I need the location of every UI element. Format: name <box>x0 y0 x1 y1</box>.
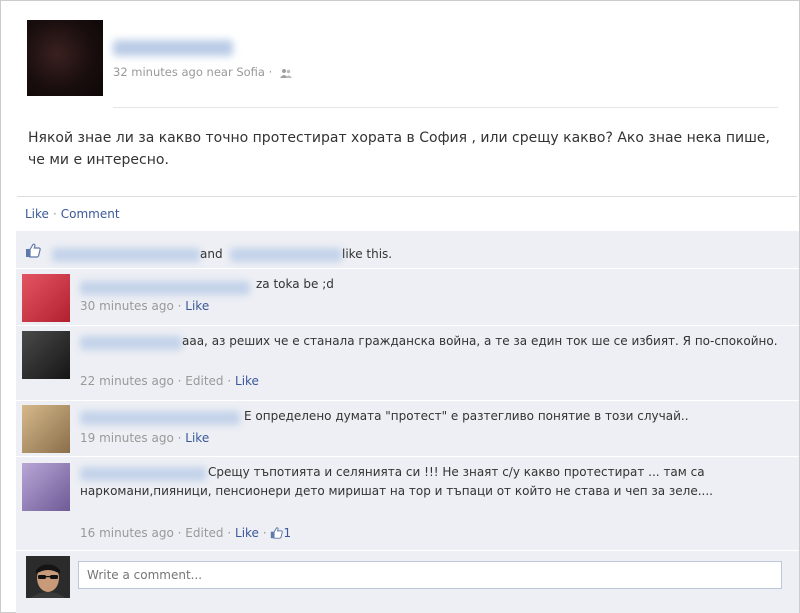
meta-separator: · <box>268 65 273 79</box>
comment-time[interactable]: 30 minutes ago <box>80 299 174 313</box>
commenter-avatar[interactable] <box>22 274 70 322</box>
post-frame: 32 minutes ago near Sofia · Някой знае л… <box>0 0 800 613</box>
likes-suffix: like this. <box>342 247 393 261</box>
comment-separator: · <box>177 374 182 388</box>
commenter-avatar[interactable] <box>22 331 70 379</box>
liker-name-redacted[interactable] <box>52 248 200 262</box>
post-header: 32 minutes ago near Sofia · <box>27 20 787 100</box>
comment-like-link[interactable]: Like <box>235 374 259 388</box>
viewer-avatar[interactable] <box>26 556 70 598</box>
liker-name-redacted[interactable] <box>230 248 342 262</box>
comment-text: Срещу тъпотията и селянията си !!! Не зн… <box>80 465 713 498</box>
comment-separator: · <box>262 526 267 540</box>
commenter-name-redacted[interactable] <box>80 411 240 425</box>
commenter-avatar[interactable] <box>22 463 70 511</box>
comment-like-link[interactable]: Like <box>185 431 209 445</box>
comment-time[interactable]: 19 minutes ago <box>80 431 174 445</box>
viewer-avatar-image <box>26 556 70 598</box>
comment-separator: · <box>177 431 182 445</box>
comment-like-count[interactable]: 1 <box>283 526 291 540</box>
comment: za toka be ;d 30 minutes ago · Like <box>16 269 799 326</box>
comment-like-link[interactable]: Like <box>235 526 259 540</box>
author-avatar[interactable] <box>27 20 103 96</box>
comment-time[interactable]: 22 minutes ago <box>80 374 174 388</box>
comment-time[interactable]: 16 minutes ago <box>80 526 174 540</box>
comment-composer <box>16 551 799 601</box>
likes-and: and <box>200 247 223 261</box>
feedback-panel: and like this. za toka be ;d 30 minutes … <box>16 231 799 613</box>
comment: ааа, аз реших че е станала гражданска во… <box>16 326 799 401</box>
post-meta: 32 minutes ago near Sofia · <box>113 65 292 79</box>
actions-separator: · <box>52 207 57 221</box>
comment-edited[interactable]: Edited <box>185 526 223 540</box>
comment-separator: · <box>177 526 182 540</box>
comment-meta: 22 minutes ago · Edited · Like <box>80 374 259 388</box>
author-name-redacted[interactable] <box>113 40 233 56</box>
post-divider <box>17 196 797 197</box>
like-link[interactable]: Like <box>25 207 49 221</box>
comment-meta: 19 minutes ago · Like <box>80 431 209 445</box>
comment-separator: · <box>177 299 182 313</box>
comment-edited[interactable]: Edited <box>185 374 223 388</box>
post-actions: Like · Comment <box>25 207 120 221</box>
comment-separator: · <box>227 374 232 388</box>
comment: Срещу тъпотията и селянията си !!! Не зн… <box>16 457 799 551</box>
commenter-name-redacted[interactable] <box>80 281 250 295</box>
commenter-avatar[interactable] <box>22 405 70 453</box>
comment-link[interactable]: Comment <box>61 207 120 221</box>
header-divider <box>113 107 778 108</box>
comment-input[interactable] <box>78 561 782 589</box>
comment-separator: · <box>227 526 232 540</box>
comment-meta: 16 minutes ago · Edited · Like · 1 <box>80 526 291 540</box>
thumbs-up-icon[interactable] <box>270 526 284 539</box>
friends-icon[interactable] <box>279 68 292 78</box>
likes-summary: and like this. <box>16 235 799 269</box>
comment-like-link[interactable]: Like <box>185 299 209 313</box>
comment-text: Е определено думата "протест" е разтегли… <box>244 409 689 423</box>
post-message: Някой знае ли за какво точно протестират… <box>28 130 770 168</box>
post-timestamp[interactable]: 32 minutes ago near Sofia <box>113 65 265 79</box>
comment-text: za toka be ;d <box>256 277 334 291</box>
comment-meta: 30 minutes ago · Like <box>80 299 209 313</box>
thumbs-up-icon <box>26 243 41 258</box>
comment-text: ааа, аз реших че е станала гражданска во… <box>182 334 778 348</box>
comment: Е определено думата "протест" е разтегли… <box>16 401 799 457</box>
